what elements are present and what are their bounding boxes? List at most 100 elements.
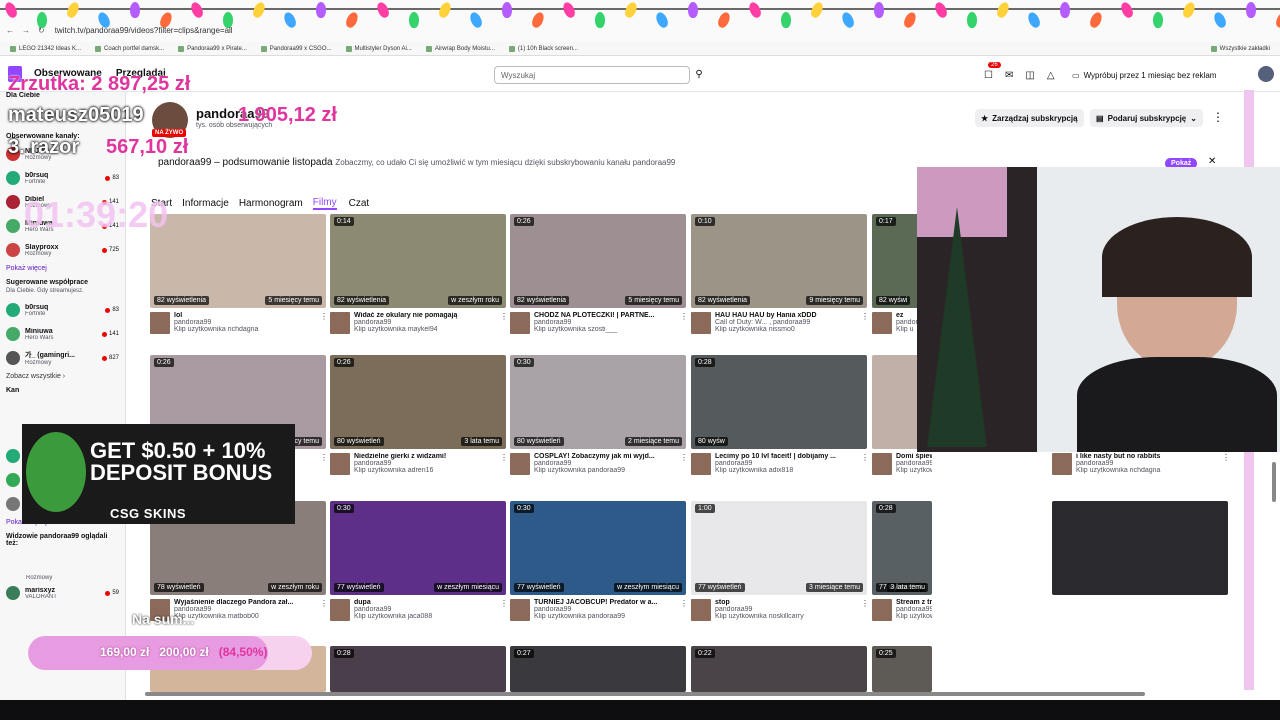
more-options-icon[interactable]: ⋮: [500, 599, 508, 621]
bookmark-item[interactable]: Pandoraa99 x Pirate...: [178, 45, 247, 52]
clip-card[interactable]: 1:00 77 wyświetleń 3 miesiące temu stop pand…: [691, 501, 869, 621]
channel-avatar[interactable]: [510, 312, 530, 334]
clip-title[interactable]: Stream z trenerem Leh_TV na dwó...: [896, 599, 932, 606]
clip-card[interactable]: 0:26 80 wyświetleń 3 lata temu Niedzielne g…: [330, 355, 508, 475]
clip-title[interactable]: Domi śpiewa: [896, 453, 932, 460]
clip-thumbnail[interactable]: 0:30 77 wyświetleń w zeszłym miesiącu: [330, 501, 506, 595]
clip-thumbnail[interactable]: 0:28 80 wyśw: [691, 355, 867, 449]
more-options-icon[interactable]: ⋮: [500, 312, 508, 334]
clip-card[interactable]: 0:14 82 wyświetlenia w zeszłym roku Widać ż…: [330, 214, 508, 334]
ad-free-promo-button[interactable]: ▭ Wypróbuj przez 1 miesiąc bez reklam: [1072, 66, 1216, 84]
clip-title[interactable]: dupa: [354, 599, 496, 606]
clip-author[interactable]: Klip użytkownika pandoraa99: [534, 613, 676, 620]
url-text[interactable]: twitch.tv/pandoraa99/videos?filter=clips…: [55, 26, 233, 35]
clip-channel[interactable]: pandoraa99: [354, 606, 496, 613]
more-options-icon[interactable]: ⋮: [680, 453, 688, 475]
clip-card[interactable]: 0:30 77 wyświetleń w zeszłym miesiącu dupa p…: [330, 501, 508, 621]
clip-author[interactable]: Klip użytkownika noskillcarry: [715, 613, 857, 620]
clip-thumbnail[interactable]: 0:14 82 wyświetlenia w zeszłym roku: [330, 214, 506, 308]
clip-title[interactable]: COSPLAY! Zobaczymy jak mi wyjd...: [534, 453, 676, 460]
page-scrollbar[interactable]: [1272, 462, 1276, 502]
clip-title[interactable]: lol: [174, 312, 316, 319]
clip-channel[interactable]: pandoraa99: [534, 460, 676, 467]
sidebar-channel-item[interactable]: 가_ (gamingri... Rozmowy 827: [0, 346, 125, 370]
show-more-link[interactable]: Pokaż więcej: [0, 262, 125, 275]
clip-title[interactable]: stop: [715, 599, 857, 606]
channel-avatar[interactable]: [330, 312, 350, 334]
clip-thumbnail[interactable]: 0:30 77 wyświetleń w zeszłym miesiącu: [510, 501, 686, 595]
clip-author[interactable]: Klip użytkownika szosti___: [534, 326, 676, 333]
bookmark-item[interactable]: Wszystkie zakładki: [1210, 45, 1270, 52]
clip-author[interactable]: Klip użytkownika pandoraa99: [534, 467, 676, 474]
clip-channel[interactable]: pandoraa99: [174, 319, 316, 326]
reload-icon[interactable]: ↻: [38, 26, 45, 35]
clip-thumbnail[interactable]: 0:2877 wyświetleń3 lata temu: [872, 501, 932, 595]
clip-channel[interactable]: pandoraa99: [174, 606, 316, 613]
sidebar-item-marisxyz[interactable]: marisxyz VALORANT 59: [0, 581, 125, 605]
clip-title[interactable]: CHODŹ NA PLOTECZKI! | PARTNE...: [534, 312, 676, 319]
tab-informacje[interactable]: Informacje: [182, 198, 229, 209]
gift-subscription-button[interactable]: ▤ Podaruj subskrypcję ⌄: [1090, 109, 1203, 127]
more-options-icon[interactable]: ⋮: [500, 453, 508, 475]
clip-card[interactable]: 0:27: [510, 646, 686, 692]
clip-title[interactable]: HAU HAU HAU by Hania xDDD: [715, 312, 857, 319]
clip-thumbnail[interactable]: [1052, 501, 1228, 595]
see-all-link[interactable]: Zobacz wszystkie ›: [0, 370, 125, 383]
clip-thumbnail[interactable]: 0:30 80 wyświetleń 2 miesiące temu: [510, 355, 686, 449]
channel-avatar[interactable]: [510, 453, 530, 475]
close-icon[interactable]: ✕: [1208, 156, 1216, 167]
clip-card[interactable]: 0:22: [691, 646, 867, 692]
clip-author[interactable]: Klip użytkownika adren16: [354, 467, 496, 474]
notification-icon[interactable]: ◫: [1025, 70, 1034, 81]
clip-channel[interactable]: pandoraa99: [896, 606, 932, 613]
channel-avatar[interactable]: [872, 599, 892, 621]
clip-card[interactable]: 82 wyświetlenia 5 miesięcy temu lol pandora…: [150, 214, 328, 334]
clip-author[interactable]: Klip użytkownika richdagna: [174, 326, 316, 333]
bookmark-item[interactable]: Multistyler Dyson Ai...: [345, 45, 412, 52]
clip-channel[interactable]: pandoraa99: [715, 460, 857, 467]
search-input[interactable]: Wyszukaj: [494, 66, 690, 84]
clip-card[interactable]: [1052, 501, 1228, 595]
clip-author[interactable]: Klip użytkownika maykel94: [354, 326, 496, 333]
clip-title[interactable]: i like nasty but no rabbits: [1076, 453, 1218, 460]
clip-channel[interactable]: pandoraa99: [715, 606, 857, 613]
clip-author[interactable]: Klip użytkownika matbob00: [174, 613, 316, 620]
clip-thumbnail[interactable]: 0:10 82 wyświetlenia 9 miesięcy temu: [691, 214, 867, 308]
channel-avatar[interactable]: [510, 599, 530, 621]
more-options-icon[interactable]: ⋮: [861, 453, 869, 475]
search-icon[interactable]: ⚲: [691, 66, 707, 84]
clip-channel[interactable]: pandoraa99: [534, 606, 676, 613]
clip-author[interactable]: Klip użytkownika wodorpl: [896, 467, 932, 474]
clip-thumbnail[interactable]: 0:27: [510, 646, 686, 692]
clip-thumbnail[interactable]: 1:00 77 wyświetleń 3 miesiące temu: [691, 501, 867, 595]
clip-card[interactable]: 0:10 82 wyświetlenia 9 miesięcy temu HAU HA…: [691, 214, 869, 334]
clip-title[interactable]: Wyjaśnienie dlaczego Pandora zał...: [174, 599, 316, 606]
clip-author[interactable]: Klip użytkownika adix818: [715, 467, 857, 474]
clip-thumbnail[interactable]: 0:26 80 wyświetleń 3 lata temu: [330, 355, 506, 449]
more-options-icon[interactable]: ⋮: [680, 312, 688, 334]
more-options-icon[interactable]: ⋮: [861, 312, 869, 334]
tab-czat[interactable]: Czat: [349, 198, 370, 209]
clip-card[interactable]: 0:30 77 wyświetleń w zeszłym miesiącu TURNI…: [510, 501, 688, 621]
clip-thumbnail[interactable]: 82 wyświetlenia 5 miesięcy temu: [150, 214, 326, 308]
clip-card[interactable]: 0:25: [872, 646, 932, 692]
clip-author[interactable]: Klip użytkownika jaca088: [354, 613, 496, 620]
clip-channel[interactable]: pandoraa99: [1076, 460, 1218, 467]
user-avatar[interactable]: [1258, 66, 1274, 82]
clip-title[interactable]: Niedzielne gierki z widzami!: [354, 453, 496, 460]
bookmark-item[interactable]: Airwrap Body Moistu...: [425, 45, 495, 52]
more-options-icon[interactable]: ⋮: [680, 599, 688, 621]
csgoskins-ad-banner[interactable]: GET $0.50 + 10% DEPOSIT BONUS CSG SKINS: [22, 424, 295, 524]
sidebar-channel-item[interactable]: b0rsuq Fortnite 83: [0, 166, 125, 190]
clip-author[interactable]: Klip użytkownika nissmo0: [715, 326, 857, 333]
bookmark-item[interactable]: (1) 10h Black screen...: [508, 45, 578, 52]
manage-subscription-button[interactable]: ★ Zarządzaj subskrypcją: [975, 109, 1084, 127]
channel-avatar[interactable]: [330, 599, 350, 621]
channel-avatar[interactable]: [150, 312, 170, 334]
clip-channel[interactable]: pandoraa99: [896, 460, 932, 467]
clip-thumbnail[interactable]: 0:22: [691, 646, 867, 692]
forward-icon[interactable]: →: [22, 26, 30, 35]
crown-icon[interactable]: △: [1047, 70, 1055, 81]
clip-card[interactable]: 0:28 80 wyśw Lecimy po 10 lvl faceit! | do…: [691, 355, 869, 475]
channel-avatar[interactable]: [691, 599, 711, 621]
